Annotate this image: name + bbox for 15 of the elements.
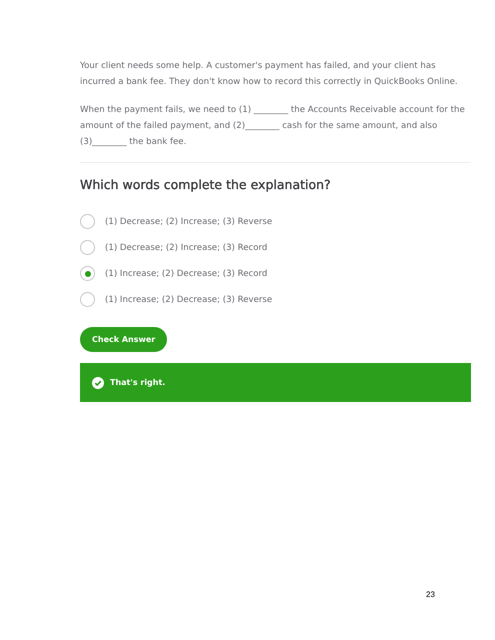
radio-button[interactable]	[80, 240, 95, 255]
question-heading: Which words complete the explanation?	[80, 177, 332, 192]
feedback-text: That's right.	[110, 378, 166, 387]
option-label[interactable]: (1) Decrease; (2) Increase; (3) Reverse	[105, 216, 272, 226]
paragraph: Your client needs some help. A customer's payment has failed, and your client has incurred a bank fee. They don't know how to record this correctly in QuickBooks Online.	[80, 60, 459, 89]
paragraph: When the payment fails, we need to (1) ________ the Accounts Receivable account for the amount of the failed payment, and (2)________ cash for the same amount, and also (3)________ the bank fee.	[80, 104, 466, 149]
option-label[interactable]: (1) Increase; (2) Decrease; (3) Reverse	[105, 294, 272, 304]
check-answer-button[interactable]: Check Answer	[80, 327, 168, 352]
radio-button[interactable]	[80, 214, 95, 229]
check-circle-icon	[92, 376, 104, 388]
page-number: 23	[426, 590, 435, 599]
option-label[interactable]: (1) Increase; (2) Decrease; (3) Record	[105, 268, 268, 278]
radio-button[interactable]	[80, 266, 95, 281]
radio-button[interactable]	[80, 292, 95, 307]
option-label[interactable]: (1) Decrease; (2) Increase; (3) Record	[105, 242, 268, 252]
